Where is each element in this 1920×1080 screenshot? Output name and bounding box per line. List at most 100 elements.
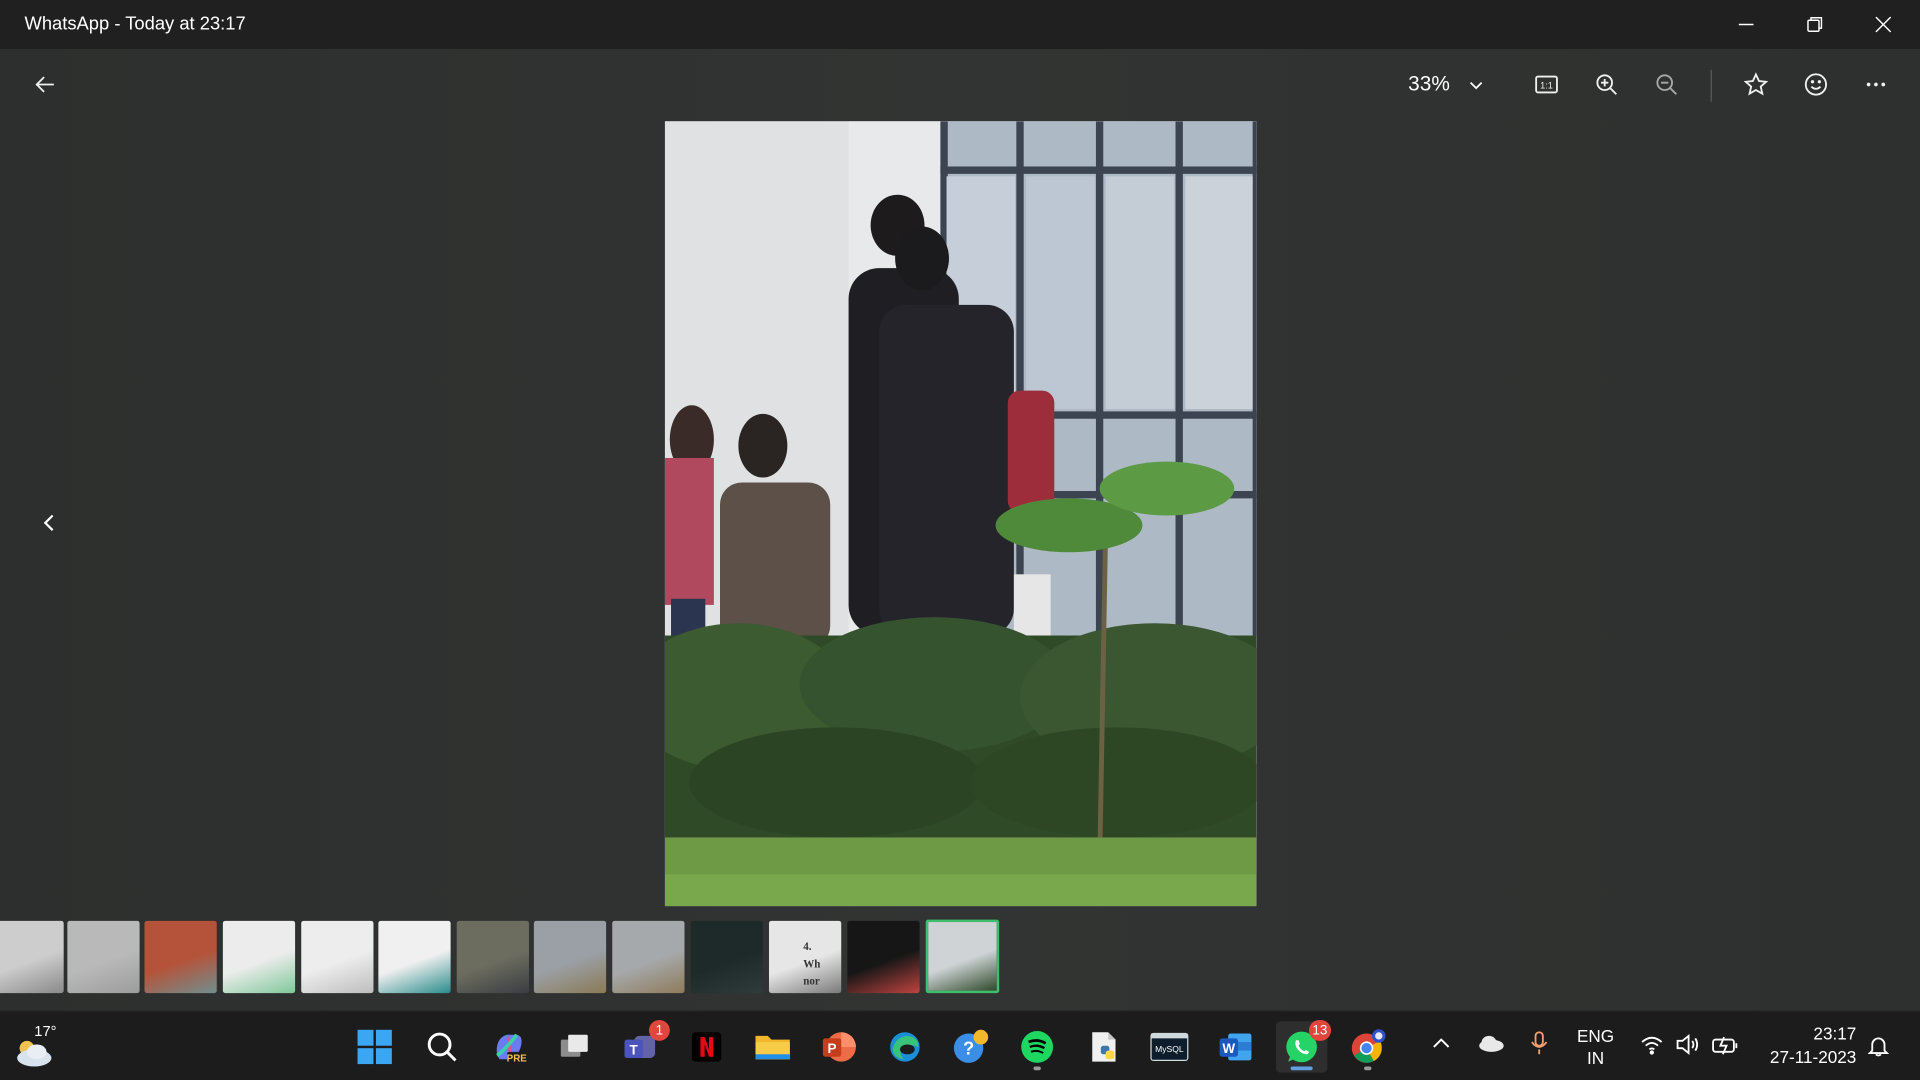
copilot-icon: PRE [490, 1029, 527, 1066]
taskbar-netflix-button[interactable] [681, 1021, 732, 1072]
back-button[interactable] [23, 62, 67, 106]
notification-badge: 13 [1308, 1020, 1332, 1041]
onedrive-icon [1479, 1035, 1504, 1052]
svg-text:PRE: PRE [507, 1054, 527, 1065]
document-text-line: 4. [803, 940, 812, 953]
microphone-icon [1531, 1031, 1548, 1055]
wifi-icon [1641, 1036, 1663, 1055]
taskbar-powerpoint-button[interactable]: P [813, 1021, 864, 1072]
minimize-button[interactable] [1712, 0, 1781, 49]
thumbnail-grid-notebook[interactable] [67, 920, 140, 994]
viewer-toolbar: 33% 1:1 [0, 49, 1920, 120]
chevron-up-icon [1433, 1038, 1450, 1048]
language-indicator[interactable]: ENG IN [1571, 1025, 1620, 1069]
close-button[interactable] [1849, 0, 1918, 49]
chrome-icon [1348, 1027, 1387, 1066]
thumbnail-field-sky[interactable] [533, 920, 607, 994]
more-options-button[interactable] [1854, 62, 1898, 106]
favorite-button[interactable] [1734, 62, 1778, 106]
svg-text:MySQL: MySQL [1155, 1044, 1184, 1054]
arrow-left-icon [35, 76, 54, 93]
microphone-button[interactable] [1528, 1030, 1550, 1063]
onedrive-button[interactable] [1477, 1032, 1506, 1060]
powerpoint-icon: P [820, 1029, 857, 1066]
weather-temperature: 17° [34, 1022, 57, 1040]
thumbnail-dark-photo-heart[interactable] [847, 920, 920, 994]
edge-icon [887, 1029, 924, 1066]
photo-image [664, 121, 1257, 907]
taskbar-copilot-button[interactable]: PRE [482, 1021, 533, 1072]
thumbnail-phone-screenshot-1[interactable] [222, 920, 296, 994]
taskbar-teams-button[interactable]: T1 [615, 1020, 670, 1072]
taskbar-search-button[interactable] [416, 1021, 467, 1072]
taskbar-file-explorer-button[interactable] [747, 1021, 798, 1072]
star-icon [1743, 72, 1769, 96]
screen: WhatsApp - Today at 23:17 33% 1:1 4. Wh … [0, 0, 1920, 1080]
task-view-icon [556, 1029, 593, 1066]
running-indicator [1033, 1066, 1041, 1071]
zoom-dropdown-button[interactable] [1468, 77, 1484, 99]
wifi-button[interactable] [1640, 1033, 1664, 1061]
python-file-icon [1085, 1029, 1122, 1066]
thumbnail-floral-fabric[interactable] [144, 920, 217, 994]
restore-button[interactable] [1780, 0, 1849, 49]
thumbnail-current-photo[interactable] [925, 919, 1000, 994]
actual-size-icon: 1:1 [1535, 75, 1558, 94]
taskbar-chrome-button[interactable] [1342, 1021, 1393, 1072]
zoom-level[interactable]: 33% [1408, 72, 1450, 96]
thumbnail-product-bottle[interactable] [378, 920, 451, 994]
taskbar-word-button[interactable]: W [1210, 1021, 1261, 1072]
zoom-out-icon [1656, 74, 1677, 95]
restore-icon [1807, 17, 1823, 32]
thumbnail-ruled-notebook[interactable] [0, 920, 64, 994]
taskbar-task-view-button[interactable] [549, 1021, 600, 1072]
battery-button[interactable] [1711, 1033, 1740, 1061]
smiley-icon [1804, 73, 1828, 96]
zoom-in-icon [1596, 74, 1617, 95]
language-code: ENG [1576, 1026, 1615, 1046]
taskbar-start-button[interactable] [349, 1021, 400, 1072]
taskbar-get-help-button[interactable]: ? [945, 1021, 996, 1072]
taskbar-edge-button[interactable] [879, 1021, 930, 1072]
taskbar-mysql-button[interactable]: MySQL [1144, 1021, 1195, 1072]
taskbar-whatsapp-button[interactable]: 13 [1275, 1020, 1332, 1073]
svg-text:W: W [1222, 1041, 1235, 1056]
thumbnail-document-page[interactable]: 4. Wh nor An [768, 920, 842, 994]
bell-icon [1867, 1037, 1890, 1057]
main-photo [664, 121, 1257, 907]
zoom-out-button[interactable] [1645, 62, 1689, 106]
more-icon [1866, 82, 1886, 87]
show-hidden-icons-button[interactable] [1430, 1032, 1452, 1060]
actual-size-button[interactable]: 1:1 [1525, 62, 1569, 106]
netflix-icon [688, 1029, 725, 1066]
thumbnail-dry-ground[interactable] [612, 920, 685, 994]
document-text-line: An [803, 989, 820, 993]
previous-image-button[interactable] [32, 502, 66, 544]
close-icon [1875, 16, 1892, 33]
thumbnail-phone-screenshot-2[interactable] [301, 920, 374, 994]
thumbnail-document-text: 4. Wh nor An [803, 938, 820, 993]
mysql-icon: MySQL [1150, 1030, 1189, 1064]
notifications-button[interactable] [1866, 1033, 1890, 1064]
chevron-left-icon [43, 514, 54, 531]
spotify-icon [1019, 1029, 1056, 1066]
document-text-line: nor [803, 974, 820, 987]
thumbnail-desk-photo[interactable] [456, 920, 529, 994]
taskbar-spotify-button[interactable] [1011, 1021, 1062, 1072]
volume-icon [1676, 1034, 1699, 1055]
clock[interactable]: 23:17 27-11-2023 [1751, 1022, 1856, 1069]
react-button[interactable] [1794, 62, 1838, 106]
taskbar-python-file-button[interactable] [1078, 1021, 1129, 1072]
volume-button[interactable] [1675, 1033, 1699, 1061]
actual-size-label: 1:1 [1540, 80, 1553, 90]
thumbnail-night-sky[interactable] [690, 920, 763, 994]
zoom-in-button[interactable] [1585, 62, 1629, 106]
svg-text:P: P [828, 1041, 837, 1056]
start-icon [356, 1029, 393, 1066]
svg-text:?: ? [963, 1037, 974, 1058]
photo-viewer: 33% 1:1 4. Wh nor [0, 48, 1920, 1011]
document-text-line: Wh [803, 957, 821, 970]
taskbar: 17° PRE T 1 P? MySQL W 13 ENG IN 23:17 27-11-2… [0, 1010, 1920, 1080]
chevron-down-icon [1470, 82, 1483, 90]
running-indicator [1290, 1066, 1313, 1071]
